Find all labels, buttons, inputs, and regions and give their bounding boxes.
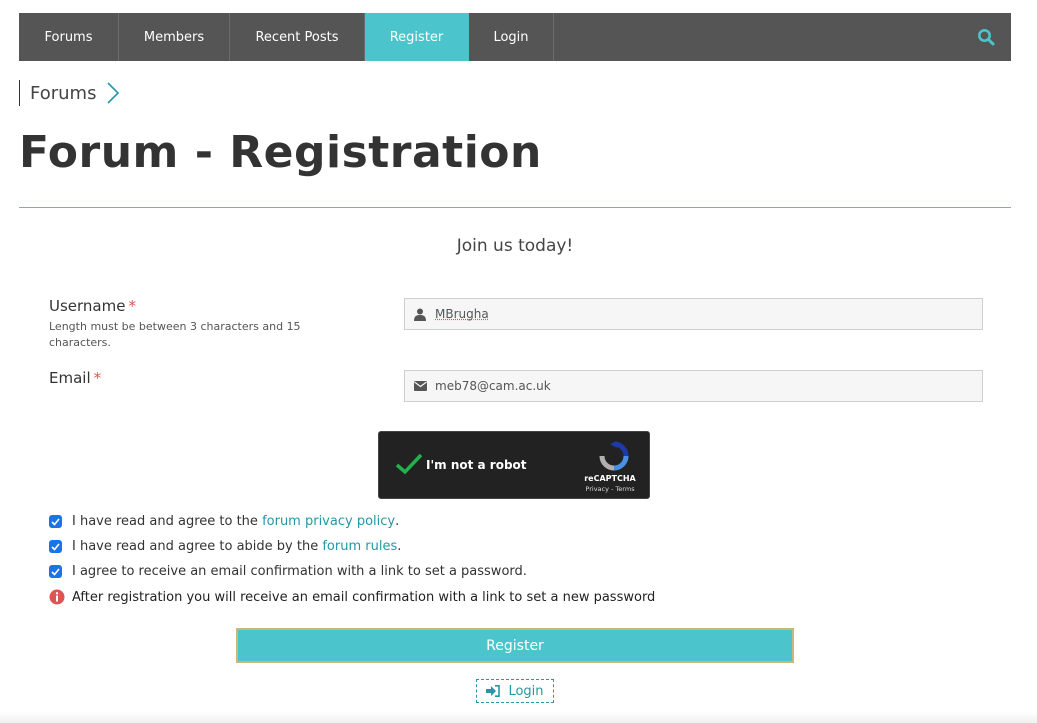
email-confirm-checkbox[interactable] — [49, 565, 62, 578]
username-field — [404, 298, 983, 330]
captcha-privacy-terms[interactable]: Privacy - Terms — [575, 485, 645, 493]
nav-forums[interactable]: Forums — [19, 13, 119, 61]
chevron-right-icon — [107, 82, 120, 104]
breadcrumb: Forums — [19, 80, 120, 106]
user-icon — [405, 308, 435, 321]
agreement-email: I agree to receive an email confirmation… — [49, 564, 527, 579]
register-button[interactable]: Register — [236, 628, 794, 663]
page-title: Forum - Registration — [19, 127, 542, 178]
recaptcha-widget: I'm not a robot reCAPTCHA Privacy - Term… — [378, 431, 650, 499]
recaptcha-logo-icon — [599, 441, 629, 471]
login-button[interactable]: Login — [476, 679, 554, 703]
nav-recent-posts[interactable]: Recent Posts — [230, 13, 365, 61]
info-text: After registration you will receive an e… — [72, 589, 656, 605]
email-label-text: Email — [49, 369, 91, 387]
captcha-brand: reCAPTCHA — [584, 474, 636, 483]
rules-checkbox[interactable] — [49, 540, 62, 553]
agreement-suffix: . — [395, 514, 400, 529]
agreement-text: I have read and agree to abide by the — [72, 539, 323, 554]
agreement-suffix: . — [397, 539, 402, 554]
breadcrumb-forums[interactable]: Forums — [30, 83, 96, 104]
title-divider — [19, 207, 1011, 208]
privacy-checkbox[interactable] — [49, 515, 62, 528]
nav-members[interactable]: Members — [119, 13, 230, 61]
nav-register[interactable]: Register — [365, 13, 469, 61]
username-input[interactable] — [435, 299, 982, 329]
envelope-icon — [405, 381, 435, 391]
page-subtitle: Join us today! — [456, 236, 574, 256]
required-mark: * — [93, 369, 102, 387]
agreement-rules: I have read and agree to abide by the fo… — [49, 539, 401, 554]
info-icon — [49, 589, 65, 605]
top-nav: Forums Members Recent Posts Register Log… — [19, 13, 1011, 61]
username-label-text: Username — [49, 297, 126, 315]
privacy-policy-link[interactable]: forum privacy policy — [262, 514, 395, 529]
email-label: Email * — [49, 369, 101, 387]
registration-info: After registration you will receive an e… — [49, 589, 655, 605]
agreement-text: I have read and agree to the — [72, 514, 263, 529]
agreement-privacy: I have read and agree to the forum priva… — [49, 514, 399, 529]
forum-rules-link[interactable]: forum rules — [322, 539, 397, 554]
search-icon[interactable] — [977, 28, 995, 46]
captcha-label: I'm not a robot — [426, 458, 527, 472]
email-field — [404, 370, 983, 402]
sign-in-icon — [486, 685, 501, 697]
email-input[interactable] — [435, 371, 982, 401]
username-label: Username * — [49, 297, 136, 315]
captcha-checkmark-icon[interactable] — [395, 452, 423, 476]
login-button-label: Login — [508, 683, 544, 699]
agreement-text: I agree to receive an email confirmation… — [72, 564, 527, 579]
required-mark: * — [128, 297, 136, 315]
nav-login[interactable]: Login — [469, 13, 554, 61]
username-hint: Length must be between 3 characters and … — [49, 320, 301, 349]
page-bottom-shadow — [0, 712, 1037, 723]
